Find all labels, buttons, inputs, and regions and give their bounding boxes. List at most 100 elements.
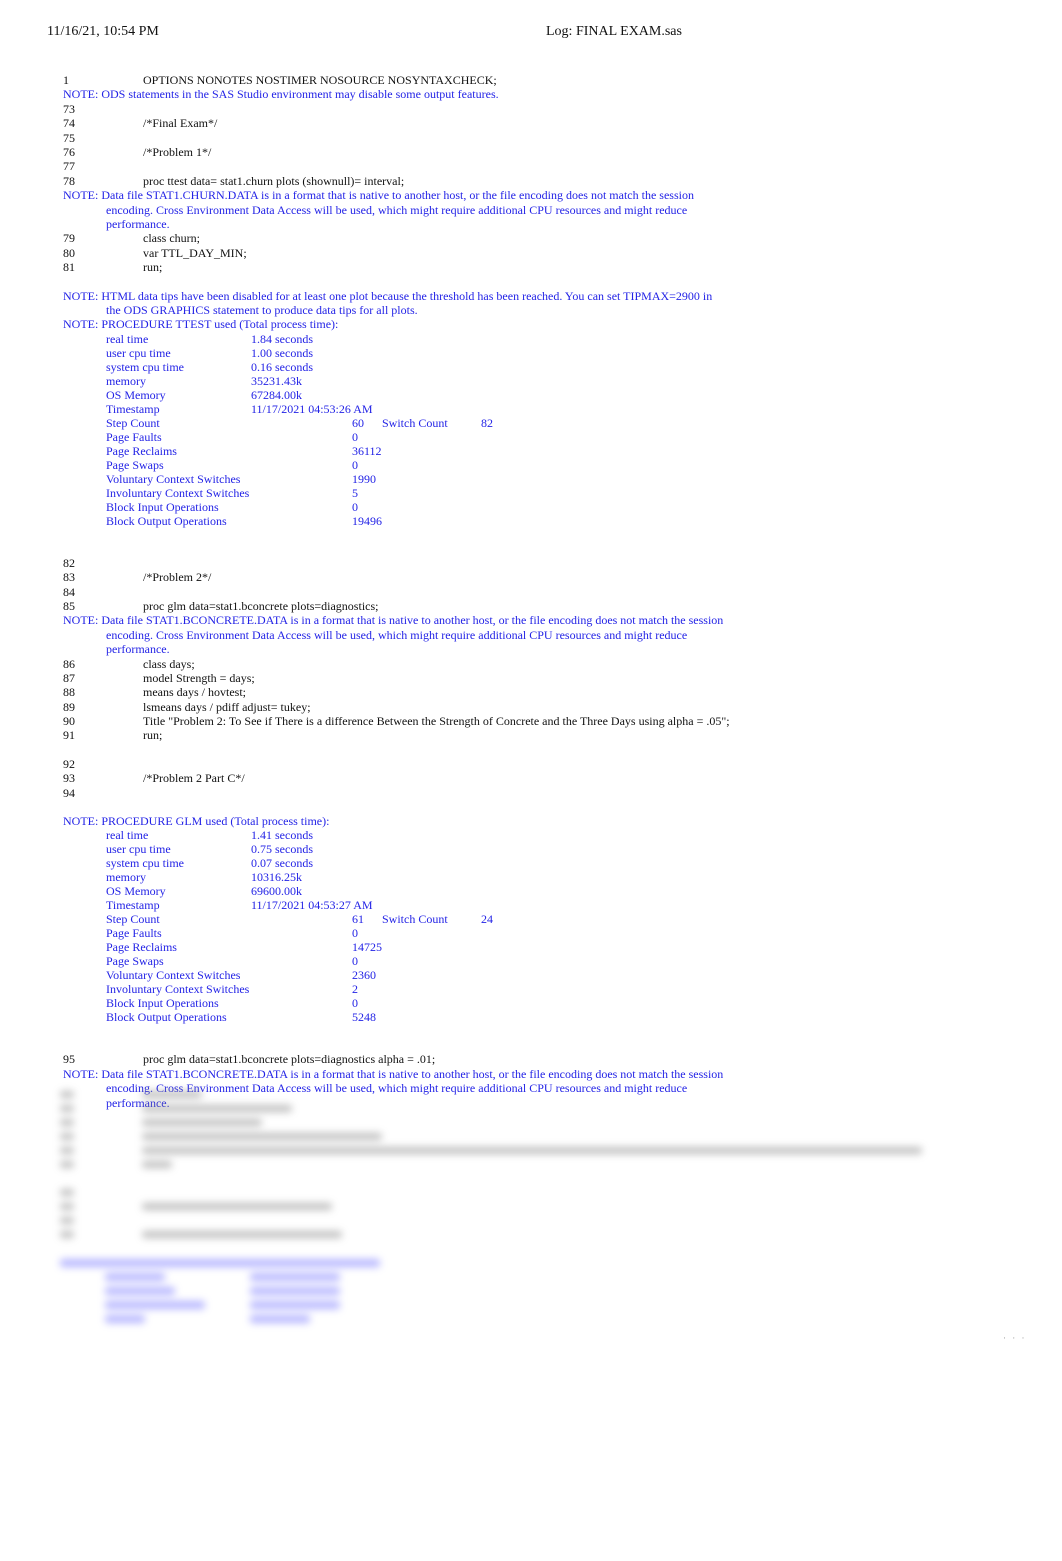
log-line: 90 Title "Problem 2: To See if There is a… xyxy=(63,714,963,728)
log-line: 82 xyxy=(63,556,963,570)
stat-row: Page Reclaims 14725 xyxy=(63,940,963,954)
line-number: 91 xyxy=(63,728,75,743)
line-number: 93 xyxy=(63,771,75,786)
log-line: 75 xyxy=(63,131,963,145)
code-text: means days / hovtest; xyxy=(143,685,246,700)
stat-label: memory xyxy=(106,373,146,388)
stat-row: memory 35231.43k xyxy=(63,374,963,388)
stat-row: Page Swaps 0 xyxy=(63,954,963,968)
note-text: NOTE: Data file STAT1.CHURN.DATA is in a… xyxy=(63,188,694,203)
stat-label: Page Swaps xyxy=(106,457,164,472)
stat-value: 1990 xyxy=(352,471,376,486)
stat-label: Timestamp xyxy=(106,898,160,913)
stat-row: Block Output Operations 5248 xyxy=(63,1010,963,1024)
stat-row: system cpu time 0.16 seconds xyxy=(63,360,963,374)
sas-log: 1 OPTIONS NONOTES NOSTIMER NOSOURCE NOSYN… xyxy=(63,73,963,1110)
log-line: 76 /*Problem 1*/ xyxy=(63,145,963,159)
note-text: the ODS GRAPHICS statement to produce da… xyxy=(106,302,418,317)
stat-label: Voluntary Context Switches xyxy=(106,968,241,983)
line-number: 92 xyxy=(63,756,75,771)
stat-label: Page Swaps xyxy=(106,954,164,969)
ttest-stats-block: NOTE: PROCEDURE TTEST used (Total proces… xyxy=(63,317,963,527)
stat-row: user cpu time 1.00 seconds xyxy=(63,346,963,360)
stat-value: 1.41 seconds xyxy=(251,828,313,843)
stat-label: Block Input Operations xyxy=(106,996,219,1011)
line-number: 78 xyxy=(63,173,75,188)
stat-label: Page Reclaims xyxy=(106,443,177,458)
stat-label: Timestamp xyxy=(106,401,160,416)
stat-row: real time 1.84 seconds xyxy=(63,332,963,346)
log-line: 92 xyxy=(63,757,963,771)
stat-value: 0.07 seconds xyxy=(251,856,313,871)
stat-label: OS Memory xyxy=(106,884,166,899)
code-text: run; xyxy=(143,728,163,743)
stat-label: Switch Count xyxy=(382,912,448,927)
stat-value: 1.00 seconds xyxy=(251,345,313,360)
stats-heading: NOTE: PROCEDURE TTEST used (Total proces… xyxy=(63,317,339,332)
log-line: 85 proc glm data=stat1.bconcrete plots=di… xyxy=(63,599,963,613)
log-line: 88 means days / hovtest; xyxy=(63,685,963,699)
stat-row: Timestamp 11/17/2021 04:53:27 AM xyxy=(63,898,963,912)
line-number: 82 xyxy=(63,555,75,570)
stat-label: real time xyxy=(106,331,149,346)
stat-label: Involuntary Context Switches xyxy=(106,982,250,997)
note-text: NOTE: Data file STAT1.BCONCRETE.DATA is … xyxy=(63,613,724,628)
line-number: 83 xyxy=(63,570,75,585)
stat-label: Switch Count xyxy=(382,415,448,430)
log-line: 81 run; xyxy=(63,260,963,274)
stat-label: Step Count xyxy=(106,415,160,430)
log-line: 1 OPTIONS NONOTES NOSTIMER NOSOURCE NOSYN… xyxy=(63,73,963,87)
stat-row: user cpu time 0.75 seconds xyxy=(63,842,963,856)
stat-value: 0 xyxy=(352,499,358,514)
page-marker: · · · xyxy=(1003,1333,1027,1343)
stat-value: 0 xyxy=(352,429,358,444)
log-line: 87 model Strength = days; xyxy=(63,671,963,685)
note-churn-encoding: NOTE: Data file STAT1.CHURN.DATA is in a… xyxy=(63,188,963,231)
stat-label: Block Input Operations xyxy=(106,499,219,514)
stat-label: Block Output Operations xyxy=(106,1010,227,1025)
line-number: 81 xyxy=(63,260,75,275)
note-text: encoding. Cross Environment Data Access … xyxy=(106,627,688,642)
line-number: 86 xyxy=(63,656,75,671)
log-line: 79 class churn; xyxy=(63,231,963,245)
stat-row: Timestamp 11/17/2021 04:53:26 AM xyxy=(63,402,963,416)
line-number: 89 xyxy=(63,699,75,714)
code-text: proc glm data=stat1.bconcrete plots=diag… xyxy=(143,598,379,613)
print-datetime: 11/16/21, 10:54 PM xyxy=(47,24,159,39)
note-text: NOTE: ODS statements in the SAS Studio e… xyxy=(63,87,499,102)
code-text: /*Problem 1*/ xyxy=(143,144,212,159)
code-text: run; xyxy=(143,260,163,275)
stat-value: 0 xyxy=(352,926,358,941)
code-text: /*Problem 2*/ xyxy=(143,570,212,585)
stat-row: memory 10316.25k xyxy=(63,870,963,884)
stat-value: 35231.43k xyxy=(251,373,302,388)
stat-row: OS Memory 69600.00k xyxy=(63,884,963,898)
log-line: 89 lsmeans days / pdiff adjust= tukey; xyxy=(63,700,963,714)
line-number: 94 xyxy=(63,785,75,800)
log-line: 91 run; xyxy=(63,728,963,742)
stat-row: Involuntary Context Switches 5 xyxy=(63,486,963,500)
stat-row: OS Memory 67284.00k xyxy=(63,388,963,402)
log-line: 94 xyxy=(63,786,963,800)
stat-label: OS Memory xyxy=(106,387,166,402)
stat-row: Block Input Operations 0 xyxy=(63,500,963,514)
stat-label: Step Count xyxy=(106,912,160,927)
stat-value: 11/17/2021 04:53:27 AM xyxy=(251,898,373,913)
line-number: 77 xyxy=(63,159,75,174)
stat-value: 10316.25k xyxy=(251,870,302,885)
document-title: Log: FINAL EXAM.sas xyxy=(546,24,682,39)
code-text: /*Problem 2 Part C*/ xyxy=(143,771,245,786)
log-line: 83 /*Problem 2*/ xyxy=(63,570,963,584)
glm-stats-block: NOTE: PROCEDURE GLM used (Total process … xyxy=(63,814,963,1024)
stat-label: user cpu time xyxy=(106,345,171,360)
stat-value: 69600.00k xyxy=(251,884,302,899)
stat-label: Page Faults xyxy=(106,926,162,941)
code-text: proc ttest data= stat1.churn plots (show… xyxy=(143,173,405,188)
line-number: 84 xyxy=(63,584,75,599)
stat-label: user cpu time xyxy=(106,842,171,857)
log-line: 74 /*Final Exam*/ xyxy=(63,116,963,130)
